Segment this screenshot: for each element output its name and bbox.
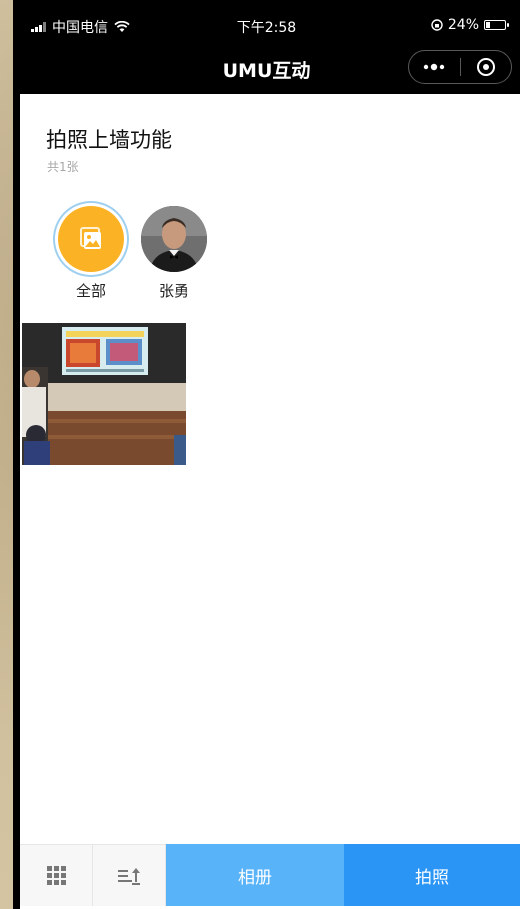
filter-user[interactable]: 张勇 <box>134 206 214 301</box>
phone-screen: 中国电信 下午2:58 24% UMU互动 拍照上墙功能 共1张 全部 张勇 相… <box>13 0 520 909</box>
filter-all[interactable]: 全部 <box>51 206 131 301</box>
status-bar: 中国电信 下午2:58 24% <box>13 0 520 44</box>
bottom-toolbar: 相册 拍照 <box>20 844 520 909</box>
user-avatar-image <box>141 206 207 272</box>
battery-icon <box>484 20 509 30</box>
sort-upload-icon <box>118 867 140 885</box>
user-avatar <box>141 206 207 272</box>
photo-count: 共1张 <box>47 160 79 174</box>
main-content: 拍照上墙功能 共1张 全部 张勇 <box>20 94 520 844</box>
status-right: 24% <box>431 17 509 33</box>
more-dots-icon <box>424 63 445 71</box>
mini-program-capsule <box>408 50 512 84</box>
photo-thumbnail[interactable] <box>22 323 186 465</box>
battery-fill <box>486 22 490 28</box>
filter-all-avatar <box>58 206 124 272</box>
filter-all-label: 全部 <box>75 282 106 300</box>
orientation-lock-icon <box>431 19 443 31</box>
grid-icon <box>46 866 66 885</box>
close-mini-program-button[interactable] <box>460 51 511 83</box>
sort-button[interactable] <box>93 844 166 906</box>
album-button[interactable]: 相册 <box>166 844 344 906</box>
more-button[interactable] <box>409 51 460 83</box>
take-photo-button[interactable]: 拍照 <box>344 844 520 906</box>
battery-percent: 24% <box>447 17 479 33</box>
target-circle-icon <box>476 58 495 76</box>
grid-view-button[interactable] <box>20 844 93 906</box>
page-title: 拍照上墙功能 <box>46 128 172 152</box>
gallery-icon <box>80 227 101 249</box>
filter-user-label: 张勇 <box>158 282 189 300</box>
nav-bar: UMU互动 <box>13 44 520 94</box>
classroom-photo <box>22 323 186 465</box>
